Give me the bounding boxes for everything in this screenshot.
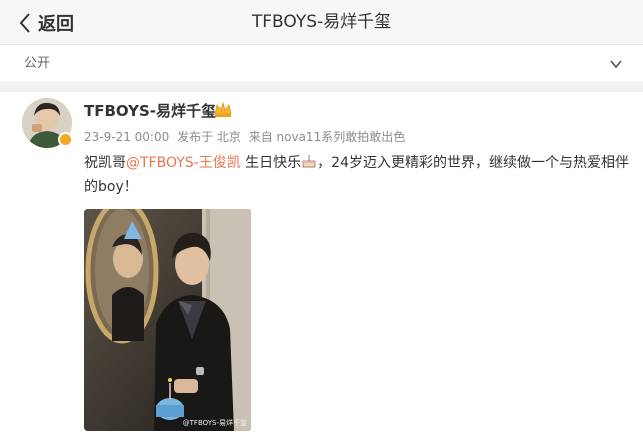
chevron-down-icon[interactable] (609, 57, 623, 71)
post-text: 祝凯哥@TFBOYS-王俊凯 生日快乐 ，24岁迈入更精彩的世界，继续做一个与热爱… (84, 151, 629, 199)
crown-icon (214, 101, 232, 117)
post-photo-illustration (84, 209, 251, 431)
post-location: 发布于 北京 (177, 130, 241, 144)
post-card: TFBOYS-易烊千玺 23-9-21 00:00 发布于 北京 来自 nova… (0, 92, 643, 437)
visibility-selector[interactable]: 公开 (0, 45, 643, 83)
mention-link[interactable]: @TFBOYS-王俊凯 (126, 155, 241, 171)
post-meta: 23-9-21 00:00 发布于 北京 来自 nova11系列敢拍敢出色 (84, 128, 409, 145)
post-date: 23-9-21 00:00 (84, 130, 170, 144)
birthday-cake-icon (302, 154, 316, 168)
image-watermark: @TFBOYS-易烊千玺 (182, 419, 247, 427)
post-author[interactable]: TFBOYS-易烊千玺 (84, 100, 216, 121)
top-bar: 返回 TFBOYS-易烊千玺 (0, 0, 643, 45)
post-text-middle: 生日快乐 (245, 155, 302, 171)
post-image[interactable]: @TFBOYS-易烊千玺 (84, 209, 251, 431)
post-source: 来自 nova11系列敢拍敢出色 (248, 130, 406, 144)
page-title: TFBOYS-易烊千玺 (251, 12, 392, 32)
section-divider (0, 84, 643, 92)
visibility-label: 公开 (24, 56, 51, 71)
post-text-start: 祝凯哥 (84, 155, 126, 171)
verified-badge-icon (58, 132, 73, 147)
